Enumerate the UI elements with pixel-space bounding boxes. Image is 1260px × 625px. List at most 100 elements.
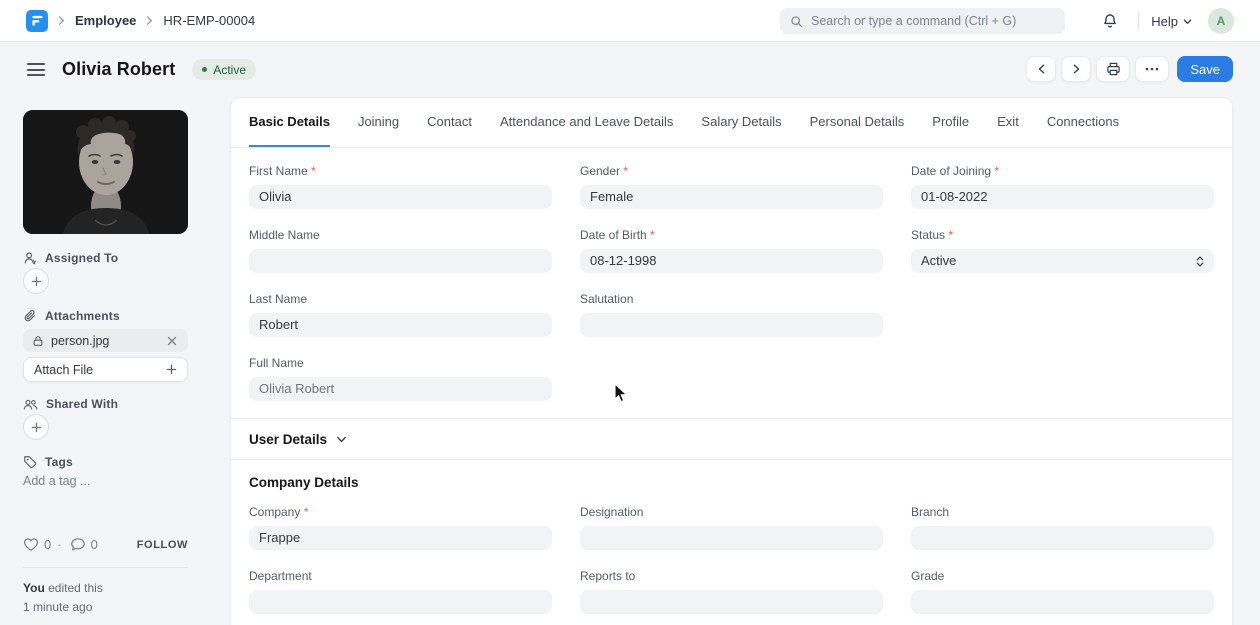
- attach-file-label: Attach File: [34, 362, 94, 377]
- edited-by: You: [23, 581, 45, 595]
- date-of-birth-label: Date of Birth: [580, 228, 883, 242]
- edited-time: 1 minute ago: [23, 599, 93, 614]
- breadcrumb-chevron-icon: [57, 16, 66, 25]
- company-input[interactable]: Frappe: [249, 526, 552, 550]
- tab-salary-details[interactable]: Salary Details: [701, 98, 781, 147]
- attachments-section: Attachments: [23, 309, 188, 323]
- menu-ellipsis-button[interactable]: [1135, 56, 1170, 82]
- tab-contact[interactable]: Contact: [427, 98, 472, 147]
- date-of-birth-input[interactable]: 08-12-1998: [580, 249, 883, 273]
- department-input[interactable]: [249, 590, 552, 614]
- plus-icon: [31, 276, 41, 286]
- follow-button[interactable]: FOLLOW: [137, 539, 188, 551]
- global-search-input[interactable]: Search or type a command (Ctrl + G): [780, 8, 1065, 34]
- section-divider: [231, 459, 1232, 460]
- form-card: Basic Details Joining Contact Attendance…: [230, 97, 1233, 625]
- field-gender: Gender Female: [580, 164, 883, 209]
- salutation-label: Salutation: [580, 292, 634, 306]
- user-details-section-toggle[interactable]: User Details: [249, 419, 1214, 459]
- date-of-joining-label: Date of Joining: [911, 164, 1214, 178]
- status-badge: Active: [192, 59, 257, 80]
- chevron-right-icon: [1073, 64, 1080, 74]
- tab-personal-details[interactable]: Personal Details: [810, 98, 905, 147]
- add-tag-input[interactable]: Add a tag ...: [23, 474, 188, 488]
- breadcrumb-employee-id[interactable]: HR-EMP-00004: [163, 13, 255, 28]
- frappe-logo[interactable]: [26, 9, 48, 32]
- attachments-label: Attachments: [45, 309, 120, 323]
- sidebar-divider: [23, 567, 188, 568]
- tags-label: Tags: [45, 455, 73, 469]
- sidebar-toggle-icon[interactable]: [25, 56, 47, 84]
- first-name-label: First Name: [249, 164, 552, 178]
- status-badge-label: Active: [213, 62, 247, 77]
- help-menu[interactable]: Help: [1151, 14, 1192, 29]
- comment-icon[interactable]: [70, 537, 86, 552]
- attachment-file-name[interactable]: person.jpg: [51, 334, 109, 348]
- add-assignment-button[interactable]: [23, 268, 49, 294]
- tab-attendance-leave[interactable]: Attendance and Leave Details: [500, 98, 673, 147]
- print-button[interactable]: [1096, 56, 1131, 82]
- assigned-to-label: Assigned To: [45, 251, 119, 265]
- top-navbar: Employee HR-EMP-00004 Search or type a c…: [0, 0, 1260, 42]
- reports-to-label: Reports to: [580, 569, 636, 583]
- edit-history[interactable]: You edited this 1 minute ago: [23, 579, 188, 616]
- field-reports-to: Reports to: [580, 569, 883, 614]
- employee-photo[interactable]: [23, 110, 188, 234]
- remove-attachment-icon[interactable]: [165, 334, 179, 348]
- page-header: Olivia Robert Active Save: [0, 42, 1260, 97]
- designation-input[interactable]: [580, 526, 883, 550]
- field-first-name: First Name Olivia: [249, 164, 552, 209]
- notifications-bell-icon[interactable]: [1094, 9, 1126, 33]
- attach-file-button[interactable]: Attach File: [23, 357, 188, 382]
- middle-name-input[interactable]: [249, 249, 552, 273]
- tab-exit[interactable]: Exit: [997, 98, 1019, 147]
- gender-input[interactable]: Female: [580, 185, 883, 209]
- assigned-user-icon: [24, 252, 37, 265]
- next-record-button[interactable]: [1061, 56, 1092, 82]
- date-of-joining-input[interactable]: 01-08-2022: [911, 185, 1214, 209]
- portrait-image: [23, 110, 188, 234]
- grade-input[interactable]: [911, 590, 1214, 614]
- help-label: Help: [1151, 13, 1178, 29]
- tab-joining[interactable]: Joining: [358, 98, 399, 147]
- status-select[interactable]: Active: [911, 249, 1214, 273]
- select-chevrons-icon: [1196, 255, 1204, 267]
- first-name-input[interactable]: Olivia: [249, 185, 552, 209]
- dot-separator: ·: [57, 537, 62, 552]
- status-value: Active: [921, 253, 957, 268]
- field-company: Company Frappe: [249, 505, 552, 550]
- tab-profile[interactable]: Profile: [932, 98, 969, 147]
- field-designation: Designation: [580, 505, 883, 550]
- salutation-input[interactable]: [580, 313, 883, 337]
- field-middle-name: Middle Name: [249, 228, 552, 273]
- assigned-to-section: Assigned To: [23, 251, 188, 265]
- last-name-input[interactable]: Robert: [249, 313, 552, 337]
- grade-label: Grade: [911, 569, 945, 583]
- reports-to-input[interactable]: [580, 590, 883, 614]
- last-name-label: Last Name: [249, 292, 308, 306]
- add-share-button[interactable]: [23, 414, 49, 440]
- lock-icon: [33, 335, 43, 346]
- shared-with-label: Shared With: [46, 397, 119, 411]
- page-title: Olivia Robert: [62, 59, 176, 79]
- user-avatar[interactable]: A: [1208, 8, 1234, 34]
- designation-label: Designation: [580, 505, 644, 519]
- branch-input[interactable]: [911, 526, 1214, 550]
- tab-connections[interactable]: Connections: [1047, 98, 1119, 147]
- breadcrumb-employee[interactable]: Employee: [75, 13, 136, 28]
- attachment-item[interactable]: person.jpg: [23, 329, 188, 352]
- content: Assigned To Attachments person.jpg Attac…: [0, 97, 1260, 625]
- field-status: Status Active: [911, 228, 1214, 273]
- heart-icon[interactable]: [23, 537, 39, 552]
- shared-with-section: Shared With: [23, 397, 188, 411]
- middle-name-label: Middle Name: [249, 228, 320, 242]
- chevron-down-icon: [1183, 18, 1192, 24]
- edited-action: edited this: [44, 581, 103, 595]
- tab-basic-details[interactable]: Basic Details: [249, 98, 330, 147]
- prev-record-button[interactable]: [1026, 56, 1057, 82]
- header-actions: Save: [1026, 56, 1233, 82]
- search-icon: [791, 15, 802, 27]
- chevron-left-icon: [1038, 64, 1045, 74]
- status-dot: [202, 67, 208, 72]
- save-button[interactable]: Save: [1177, 56, 1233, 82]
